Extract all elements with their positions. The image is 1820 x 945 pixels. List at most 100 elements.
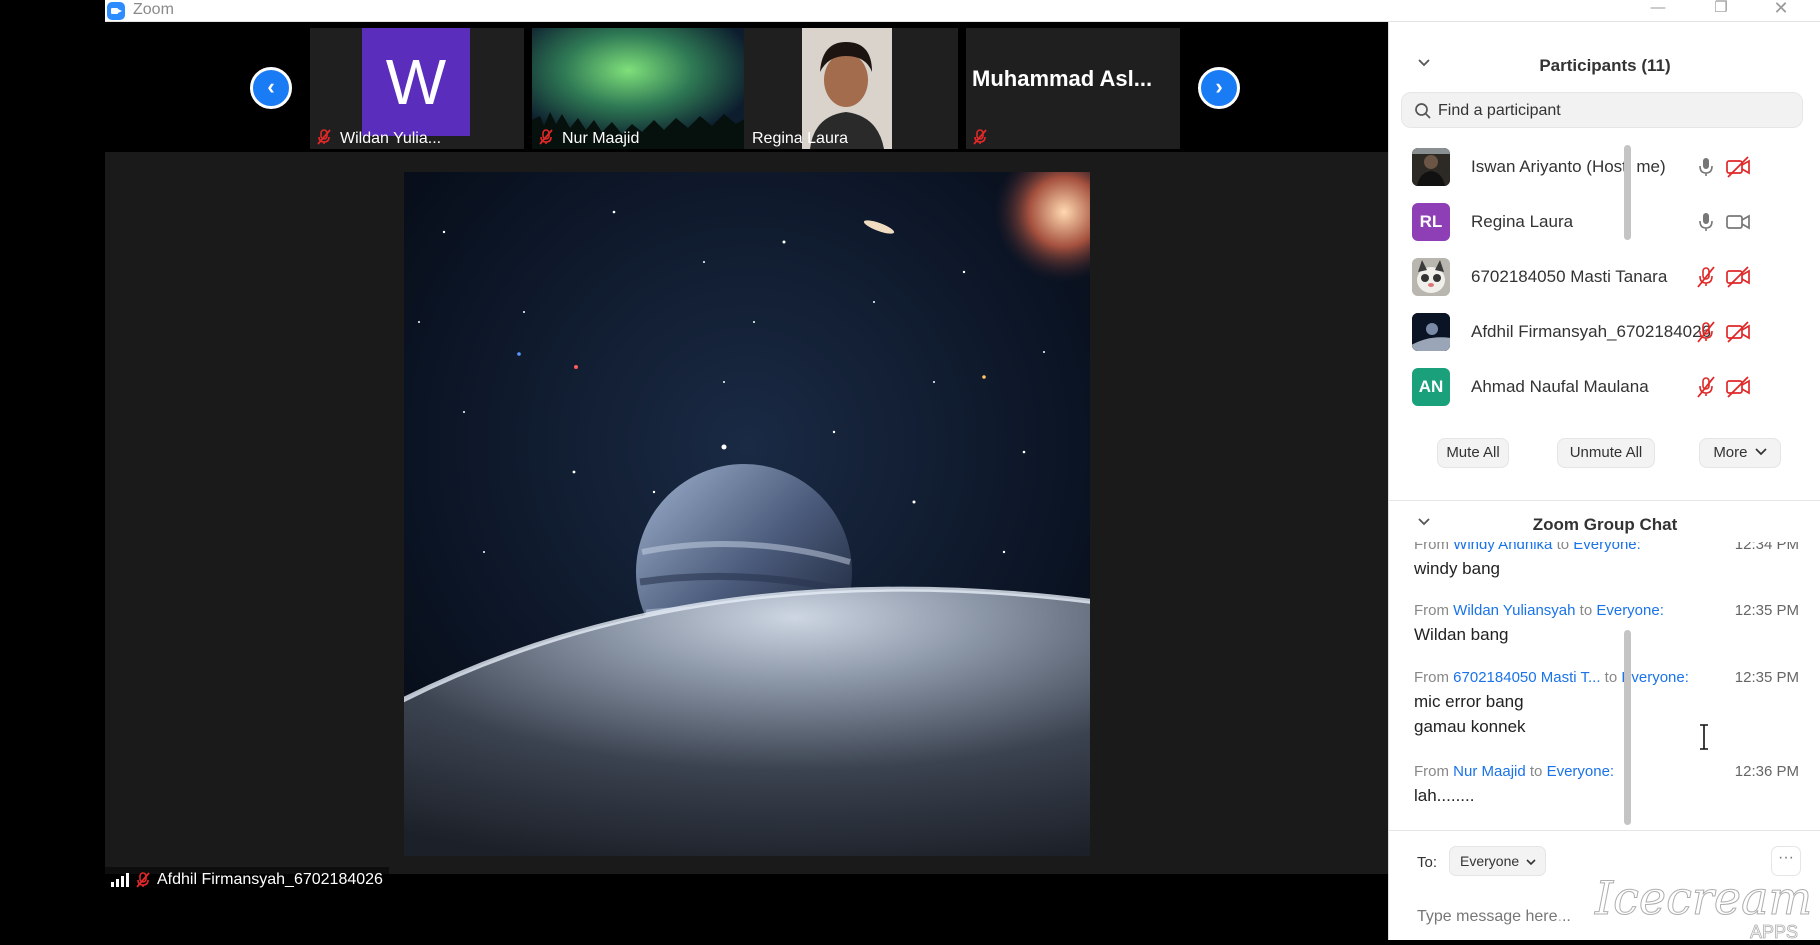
- chat-message: From 6702184050 Masti T... to Everyone: 1…: [1414, 669, 1799, 739]
- video-tile[interactable]: W Wildan Yulia...: [310, 28, 524, 149]
- mic-muted-icon[interactable]: [1695, 376, 1717, 398]
- message-text: gamau konnek: [1414, 717, 1526, 736]
- message-header: From Wildan Yuliansyah to Everyone: 12:35…: [1414, 602, 1799, 619]
- search-icon: [1415, 103, 1431, 119]
- chevron-down-icon: [1755, 448, 1767, 456]
- message-time: 12:36 PM: [1734, 763, 1799, 780]
- chat-header: Zoom Group Chat: [1389, 505, 1820, 545]
- message-text: mic error bang: [1414, 692, 1524, 711]
- unmute-all-button[interactable]: Unmute All: [1557, 438, 1655, 468]
- watermark-text: Icecream: [1594, 871, 1812, 925]
- text-cursor-icon: [1700, 724, 1708, 750]
- tile-name: Regina Laura: [752, 130, 849, 147]
- participant-name: 6702184050 Masti Tanara: [1471, 267, 1668, 286]
- side-panel: Participants (11) Iswan Ariyanto (Host, …: [1388, 22, 1820, 940]
- mic-muted-icon: [973, 129, 987, 145]
- mic-icon[interactable]: [1695, 156, 1717, 178]
- message-header: From Nur Maajid to Everyone: 12:36 PM: [1414, 763, 1799, 780]
- signal-strength-icon: [111, 873, 129, 887]
- sender-link[interactable]: Windy Andhika: [1453, 542, 1552, 553]
- participant-row[interactable]: 6702184050 Masti Tanara: [1389, 252, 1804, 302]
- chevron-down-icon: [1526, 859, 1536, 866]
- chat-message: From Wildan Yuliansyah to Everyone: 12:35…: [1414, 602, 1799, 647]
- avatar: [1412, 148, 1450, 186]
- participant-row[interactable]: RL Regina Laura: [1389, 197, 1804, 247]
- chat-title: Zoom Group Chat: [1532, 515, 1678, 534]
- next-page-button[interactable]: ›: [1198, 67, 1240, 109]
- message-time: 12:34 PM: [1734, 542, 1799, 553]
- chat-messages[interactable]: From Windy Andhika to Everyone: 12:34 PM …: [1389, 542, 1809, 842]
- recipient-select[interactable]: Everyone: [1449, 846, 1546, 876]
- participants-title: Participants (11): [1539, 56, 1671, 75]
- search-input[interactable]: [1438, 99, 1788, 123]
- video-strip: ‹ W Wildan Yulia... Nur Maajid Regina La…: [105, 22, 1388, 152]
- chat-message: From Windy Andhika to Everyone: 12:34 PM …: [1414, 542, 1799, 581]
- active-speaker-video: [404, 172, 1090, 856]
- recipient-value: Everyone: [1460, 853, 1520, 869]
- tile-name: Wildan Yulia...: [340, 130, 442, 147]
- avatar: [1412, 313, 1450, 351]
- divider: [1389, 830, 1820, 831]
- mic-icon[interactable]: [1695, 211, 1717, 233]
- icecream-logo-icon: Icecream APPS: [1552, 869, 1813, 942]
- video-off-icon[interactable]: [1725, 156, 1751, 178]
- mic-muted-icon[interactable]: [1695, 266, 1717, 288]
- video-tile[interactable]: Nur Maajid: [532, 28, 746, 149]
- window-title: Zoom: [133, 1, 174, 18]
- chat-scrollbar[interactable]: [1624, 630, 1631, 825]
- zoom-window: Zoom — ❐ ✕ ‹ W Wildan Yulia... Nur Maaji…: [105, 0, 1820, 940]
- mic-muted-icon[interactable]: [1695, 321, 1717, 343]
- avatar: RL: [1412, 203, 1450, 241]
- mute-all-button[interactable]: Mute All: [1437, 438, 1509, 468]
- message-time: 12:35 PM: [1734, 669, 1799, 686]
- video-icon[interactable]: [1725, 211, 1751, 233]
- participants-scrollbar[interactable]: [1624, 145, 1631, 240]
- space-planet-image: [404, 172, 1090, 856]
- more-label: More: [1713, 444, 1748, 461]
- zoom-logo-icon: [107, 2, 125, 20]
- participant-name: Afdhil Firmansyah_6702184026: [1471, 322, 1712, 341]
- video-tile[interactable]: Muhammad Asl...: [966, 28, 1180, 149]
- sender-link[interactable]: Wildan Yuliansyah: [1453, 602, 1575, 619]
- watermark-logo: Icecream APPS: [1545, 862, 1815, 942]
- message-header: From Windy Andhika to Everyone: 12:34 PM: [1414, 542, 1799, 553]
- minimize-button[interactable]: —: [1638, 0, 1678, 20]
- video-off-icon[interactable]: [1725, 376, 1751, 398]
- avatar: W: [362, 28, 470, 136]
- mic-muted-icon: [317, 129, 331, 145]
- message-time: 12:35 PM: [1734, 602, 1799, 619]
- watermark-sub: APPS: [1750, 922, 1798, 940]
- participant-row[interactable]: Afdhil Firmansyah_6702184026: [1389, 307, 1804, 357]
- participant-name-display: Muhammad Asl...: [972, 66, 1153, 91]
- participant-row[interactable]: AN Ahmad Naufal Maulana: [1389, 362, 1804, 412]
- restore-button[interactable]: ❐: [1701, 0, 1741, 20]
- speaker-name: Afdhil Firmansyah_6702184026: [157, 871, 383, 888]
- message-text: lah........: [1414, 786, 1475, 805]
- message-header: From 6702184050 Masti T... to Everyone: 1…: [1414, 669, 1799, 686]
- mic-muted-icon: [136, 872, 150, 888]
- video-area: ‹ W Wildan Yulia... Nur Maajid Regina La…: [105, 22, 1388, 940]
- video-tile[interactable]: Regina Laura: [744, 28, 958, 149]
- sender-link[interactable]: Nur Maajid: [1453, 763, 1526, 780]
- recipient-link[interactable]: Everyone:: [1547, 763, 1615, 780]
- close-window-button[interactable]: ✕: [1761, 0, 1801, 20]
- participant-search[interactable]: [1401, 92, 1803, 128]
- chat-message: From Nur Maajid to Everyone: 12:36 PM lah…: [1414, 763, 1799, 808]
- message-text: Wildan bang: [1414, 625, 1509, 644]
- previous-page-button[interactable]: ‹: [250, 67, 292, 109]
- participant-name: Ahmad Naufal Maulana: [1471, 377, 1649, 396]
- video-off-icon[interactable]: [1725, 321, 1751, 343]
- to-label: To:: [1417, 854, 1438, 871]
- participant-row[interactable]: Iswan Ariyanto (Host, me): [1389, 142, 1804, 192]
- mic-muted-icon: [539, 129, 553, 145]
- sender-link[interactable]: 6702184050 Masti T...: [1453, 669, 1600, 686]
- avatar: [1412, 258, 1450, 296]
- active-speaker-label: Afdhil Firmansyah_6702184026: [105, 867, 389, 893]
- more-button[interactable]: More: [1699, 438, 1781, 468]
- tile-name: Nur Maajid: [562, 130, 640, 147]
- avatar: AN: [1412, 368, 1450, 406]
- participants-header: Participants (11): [1389, 46, 1820, 86]
- divider: [1389, 500, 1820, 501]
- participant-name: Regina Laura: [1471, 212, 1574, 231]
- video-off-icon[interactable]: [1725, 266, 1751, 288]
